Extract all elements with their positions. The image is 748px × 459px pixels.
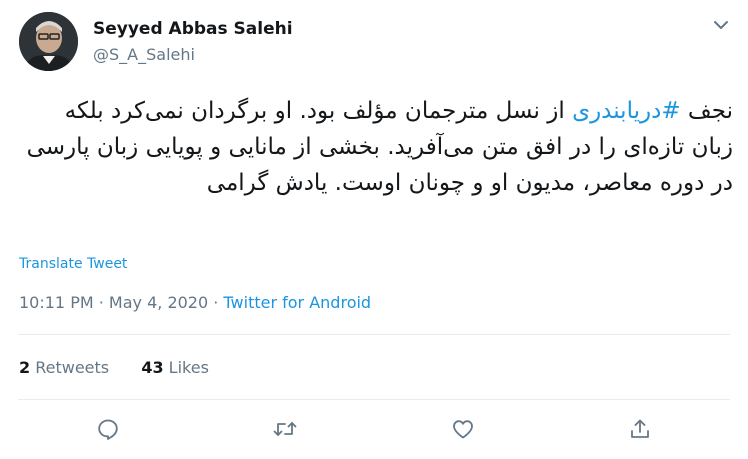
translate-tweet-link[interactable]: Translate Tweet — [19, 256, 127, 272]
meta-separator: · — [208, 293, 224, 312]
chevron-down-icon[interactable] — [710, 14, 732, 36]
likes-label: Likes — [163, 358, 209, 377]
retweets-label: Retweets — [30, 358, 110, 377]
tweet-stats: 2 Retweets 43 Likes — [19, 358, 209, 377]
retweets-stat[interactable]: 2 Retweets — [19, 358, 109, 377]
tweet-time[interactable]: 10:11 PM — [19, 293, 94, 312]
meta-separator: · — [93, 293, 109, 312]
tweet-actions — [0, 414, 748, 444]
avatar[interactable] — [19, 12, 78, 71]
likes-stat[interactable]: 43 Likes — [141, 358, 209, 377]
hashtag-link[interactable]: #دریابندری — [572, 98, 681, 124]
heart-icon[interactable] — [448, 414, 478, 444]
tweet-meta: 10:11 PM · May 4, 2020 · Twitter for And… — [19, 293, 371, 312]
tweet-text-part: نجف — [680, 98, 733, 124]
tweet-date[interactable]: May 4, 2020 — [109, 293, 208, 312]
author-name[interactable]: Seyyed Abbas Salehi — [93, 19, 293, 39]
author-handle[interactable]: @S_A_Salehi — [93, 45, 195, 64]
likes-count: 43 — [141, 358, 164, 377]
retweets-count: 2 — [19, 358, 31, 377]
retweet-icon[interactable] — [270, 414, 300, 444]
tweet-source-link[interactable]: Twitter for Android — [223, 293, 371, 312]
divider — [18, 334, 730, 335]
reply-icon[interactable] — [93, 414, 123, 444]
share-icon[interactable] — [625, 414, 655, 444]
tweet-text: نجف #دریابندری از نسل مترجمان مؤلف بود. … — [18, 93, 733, 201]
divider — [18, 399, 730, 400]
